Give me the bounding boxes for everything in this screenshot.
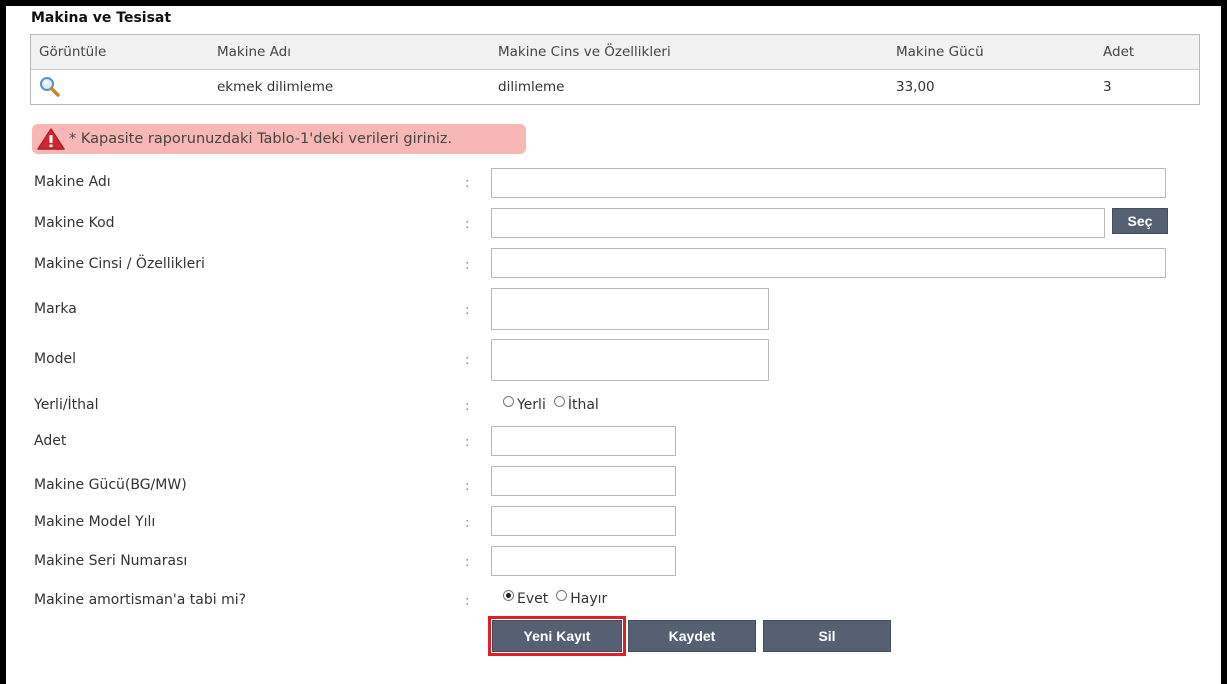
colon: : bbox=[465, 258, 470, 273]
radio-yerli[interactable] bbox=[503, 395, 514, 407]
header-makine-adi[interactable]: Makine Adı bbox=[209, 44, 490, 60]
colon: : bbox=[465, 516, 470, 531]
colon: : bbox=[465, 594, 470, 609]
label-model: Model bbox=[34, 351, 77, 367]
kaydet-button[interactable]: Kaydet bbox=[628, 620, 756, 652]
colon: : bbox=[465, 479, 470, 494]
table-row[interactable]: ekmek dilimleme dilimleme 33,00 3 bbox=[31, 70, 1199, 104]
sil-button[interactable]: Sil bbox=[763, 620, 891, 652]
seri-numarasi-input[interactable] bbox=[491, 546, 676, 576]
header-adet[interactable]: Adet bbox=[1095, 44, 1199, 60]
yerli-ithal-radio-group: Yerli İthal bbox=[503, 395, 607, 413]
window-frame-left bbox=[0, 0, 6, 684]
makine-adi-input[interactable] bbox=[491, 168, 1166, 198]
label-makine-gucu: Makine Gücü(BG/MW) bbox=[34, 477, 187, 493]
cell-adet: 3 bbox=[1103, 79, 1112, 95]
marka-input[interactable] bbox=[491, 288, 769, 330]
view-cell bbox=[31, 76, 209, 98]
colon: : bbox=[465, 555, 470, 570]
table-header: Görüntüle Makine Adı Makine Cins ve Özel… bbox=[31, 35, 1199, 70]
machine-table: Görüntüle Makine Adı Makine Cins ve Özel… bbox=[30, 34, 1200, 105]
model-yili-input[interactable] bbox=[491, 506, 676, 536]
adet-input[interactable] bbox=[491, 426, 676, 456]
cell-makine-cins: dilimleme bbox=[498, 79, 565, 95]
label-makine-kod: Makine Kod bbox=[34, 215, 115, 231]
label-yerli-ithal: Yerli/İthal bbox=[34, 397, 99, 413]
cell-makine-gucu: 33,00 bbox=[896, 79, 935, 95]
colon: : bbox=[465, 176, 470, 191]
label-makine-adi: Makine Adı bbox=[34, 174, 111, 190]
radio-hayir[interactable] bbox=[556, 589, 568, 601]
sec-button[interactable]: Seç bbox=[1112, 208, 1168, 234]
label-seri-numarasi: Makine Seri Numarası bbox=[34, 553, 188, 569]
label-marka: Marka bbox=[34, 301, 77, 317]
radio-evet[interactable] bbox=[503, 589, 514, 601]
label-adet: Adet bbox=[34, 433, 67, 449]
window-frame-right bbox=[1221, 0, 1227, 684]
label-model-yili: Makine Model Yılı bbox=[34, 514, 156, 530]
colon: : bbox=[465, 217, 470, 232]
header-makine-cins[interactable]: Makine Cins ve Özellikleri bbox=[490, 44, 888, 60]
radio-label-evet: Evet bbox=[517, 591, 549, 607]
colon: : bbox=[465, 303, 470, 318]
magnifier-icon[interactable] bbox=[39, 76, 61, 98]
header-goruntule[interactable]: Görüntüle bbox=[31, 44, 209, 60]
warning-text: * Kapasite raporunuzdaki Tablo-1'deki ve… bbox=[69, 131, 453, 147]
amortisman-radio-group: Evet Hayır bbox=[503, 589, 615, 607]
section-title: Makina ve Tesisat bbox=[31, 10, 172, 26]
radio-label-yerli: Yerli bbox=[517, 397, 546, 413]
yeni-kayit-button[interactable]: Yeni Kayıt bbox=[488, 616, 626, 656]
radio-label-hayir: Hayır bbox=[570, 591, 608, 607]
warning-triangle-icon bbox=[37, 128, 65, 150]
makine-gucu-input[interactable] bbox=[491, 466, 676, 496]
window-frame-top bbox=[0, 0, 1227, 6]
colon: : bbox=[465, 353, 470, 368]
makine-kod-input[interactable] bbox=[491, 208, 1105, 238]
warning-banner: * Kapasite raporunuzdaki Tablo-1'deki ve… bbox=[32, 124, 526, 154]
label-amortisman: Makine amortisman'a tabi mi? bbox=[34, 592, 247, 608]
colon: : bbox=[465, 435, 470, 450]
radio-label-ithal: İthal bbox=[567, 397, 599, 413]
label-makine-cinsi: Makine Cinsi / Özellikleri bbox=[34, 256, 205, 272]
header-makine-gucu[interactable]: Makine Gücü bbox=[888, 44, 1095, 60]
cell-makine-adi: ekmek dilimleme bbox=[217, 79, 334, 95]
model-input[interactable] bbox=[491, 339, 769, 381]
colon: : bbox=[465, 399, 470, 414]
radio-ithal[interactable] bbox=[553, 395, 565, 407]
makine-cinsi-input[interactable] bbox=[491, 248, 1166, 278]
